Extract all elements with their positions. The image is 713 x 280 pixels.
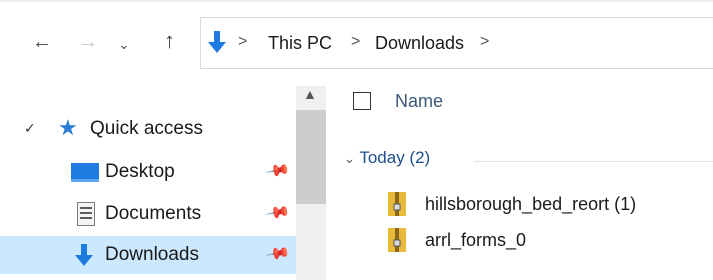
sidebar-item-label: Quick access [90, 118, 203, 139]
zip-folder-icon [388, 228, 406, 252]
arrow-left-icon[interactable]: ← [32, 32, 52, 52]
navigation-pane: ✓ ★ Quick access Desktop 📌 Documents 📌 D… [0, 86, 296, 280]
sidebar-item-documents[interactable]: Documents 📌 [0, 195, 296, 233]
pin-icon[interactable]: 📌 [264, 157, 292, 185]
breadcrumb-separator[interactable]: > [351, 33, 360, 51]
arrow-up-icon[interactable]: ↑ [164, 30, 175, 52]
file-list: Name ⌄ Today (2) hillsborough_bed_reort … [326, 86, 713, 280]
chevron-down-icon: ⌄ [344, 151, 355, 166]
file-name[interactable]: arrl_forms_0 [425, 230, 526, 251]
group-header-today[interactable]: ⌄ Today (2) [344, 148, 430, 168]
zip-folder-icon [388, 192, 406, 216]
sidebar-item-label: Documents [105, 203, 202, 224]
arrow-right-icon[interactable]: → [78, 32, 98, 52]
list-item[interactable]: hillsborough_bed_reort (1) [388, 192, 708, 220]
address-bar[interactable]: > This PC > Downloads > [200, 17, 713, 69]
chevron-down-icon[interactable]: ✓ [24, 120, 36, 137]
scrollbar-thumb[interactable] [296, 110, 326, 204]
download-arrow-icon [208, 31, 226, 53]
sidebar-item-downloads[interactable]: Downloads 📌 [0, 236, 296, 274]
desktop-icon [71, 163, 99, 182]
sidebar-item-label: Desktop [105, 161, 175, 182]
breadcrumb-downloads[interactable]: Downloads [375, 33, 464, 54]
group-label: Today (2) [359, 148, 431, 167]
list-item[interactable]: arrl_forms_0 [388, 228, 708, 256]
breadcrumb-separator[interactable]: > [238, 33, 247, 51]
pin-icon[interactable]: 📌 [264, 199, 292, 227]
sidebar-item-label: Downloads [105, 244, 199, 265]
column-header-name[interactable]: Name [395, 91, 443, 112]
scroll-up-icon[interactable]: ▲ [303, 86, 317, 102]
breadcrumb-this-pc[interactable]: This PC [268, 33, 332, 54]
breadcrumb-separator[interactable]: > [480, 33, 489, 51]
sidebar-item-desktop[interactable]: Desktop 📌 [0, 153, 296, 191]
group-divider [474, 161, 713, 162]
documents-icon [77, 202, 95, 226]
pin-icon[interactable]: 📌 [264, 240, 292, 268]
file-name[interactable]: hillsborough_bed_reort (1) [425, 194, 636, 215]
chevron-down-icon[interactable]: ⌄ [118, 34, 130, 54]
sidebar-item-quick-access[interactable]: ✓ ★ Quick access [0, 110, 296, 148]
navigation-bar: ← → ⌄ ↑ > This PC > Downloads > [0, 0, 713, 86]
star-icon: ★ [58, 115, 78, 140]
download-arrow-icon [75, 244, 93, 266]
select-all-checkbox[interactable] [353, 92, 371, 110]
